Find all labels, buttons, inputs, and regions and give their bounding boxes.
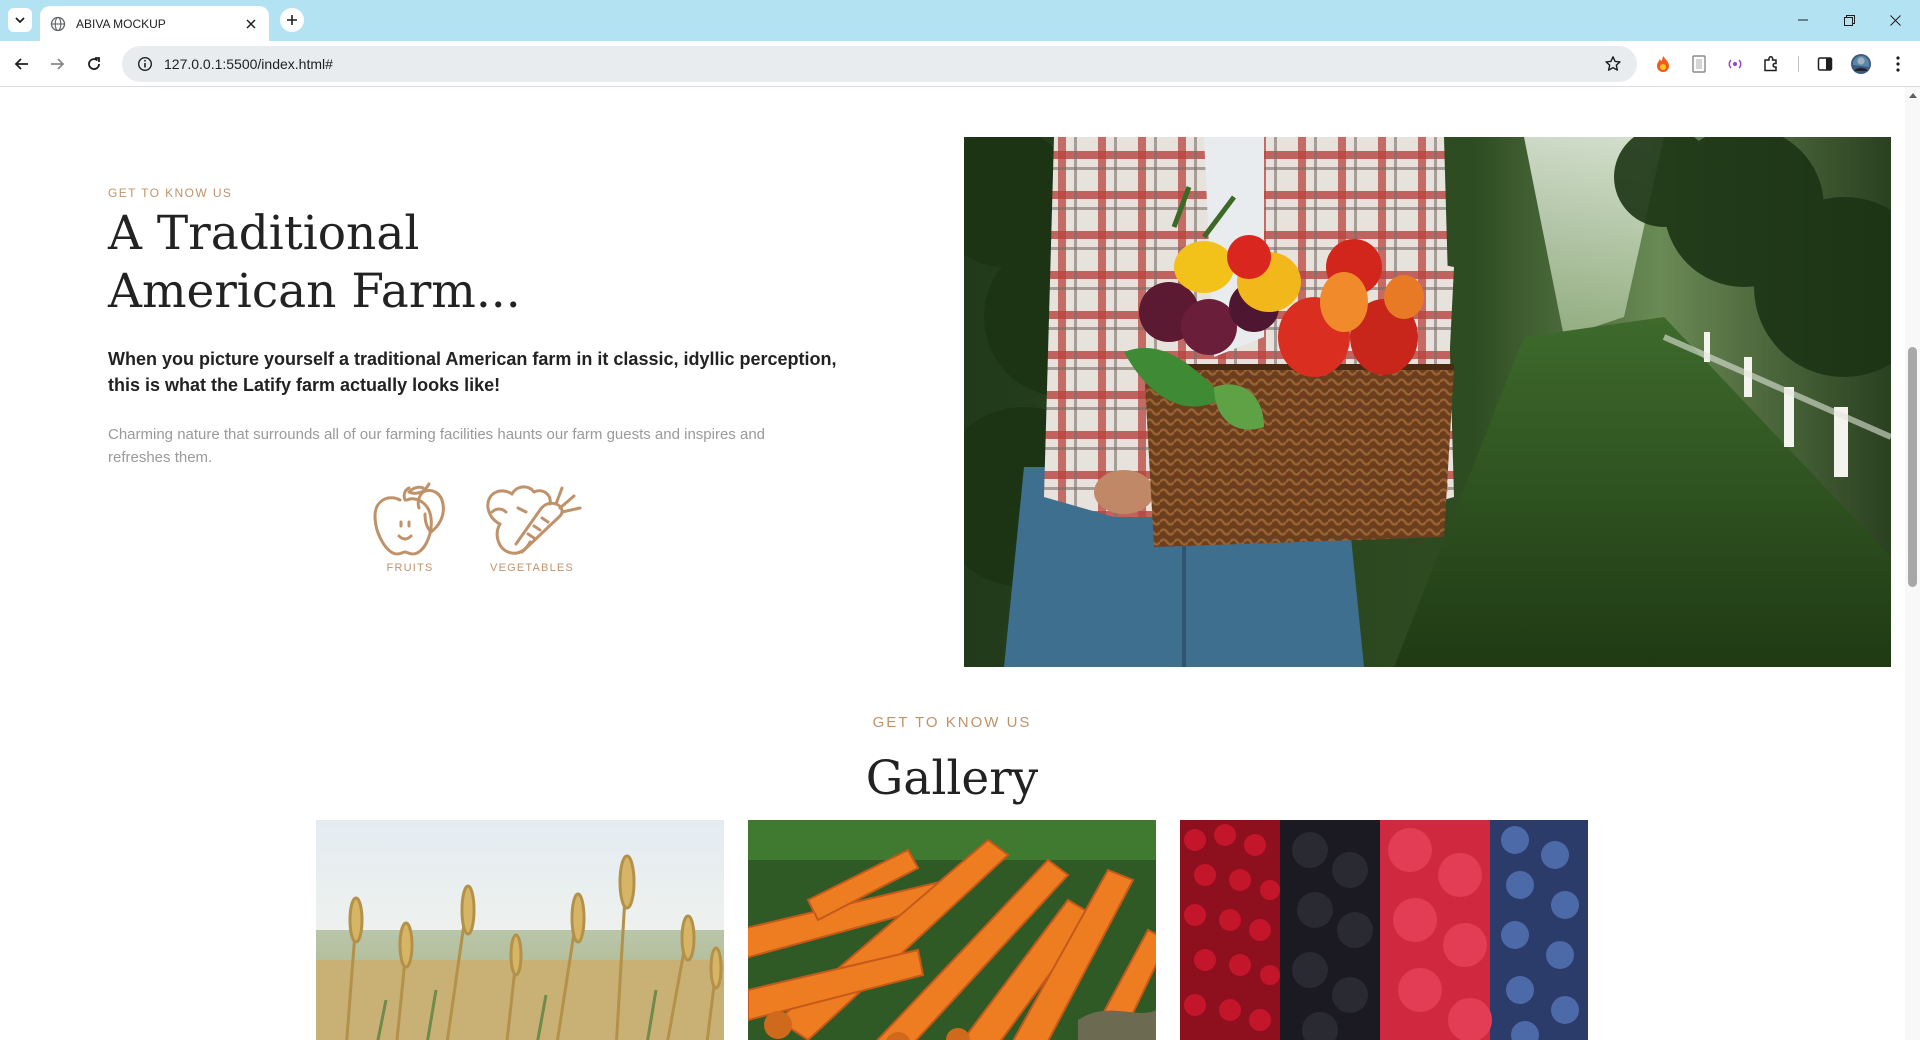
minimize-icon[interactable] — [1780, 6, 1826, 34]
back-icon[interactable] — [6, 48, 38, 80]
berries-photo[interactable] — [1180, 820, 1588, 1040]
wheat-field-photo[interactable] — [316, 820, 724, 1040]
plus-icon[interactable] — [280, 8, 304, 32]
globe-icon — [50, 16, 66, 32]
berries-image — [1180, 820, 1588, 1040]
close-icon[interactable] — [243, 16, 259, 32]
podcast-extension-icon[interactable] — [1722, 51, 1748, 77]
profile-avatar-icon[interactable] — [1848, 51, 1874, 77]
tab-title: ABIVA MOCKUP — [76, 16, 166, 31]
feature-fruits[interactable]: FRUITS — [360, 482, 460, 574]
feature-vegetables[interactable]: VEGETABLES — [482, 482, 582, 574]
tab-search-icon[interactable] — [8, 8, 32, 32]
extensions-puzzle-icon[interactable] — [1758, 51, 1784, 77]
close-window-icon[interactable] — [1872, 6, 1918, 34]
reader-extension-icon[interactable] — [1686, 51, 1712, 77]
side-panel-icon[interactable] — [1812, 51, 1838, 77]
url-text[interactable]: 127.0.0.1:5500/index.html# — [164, 56, 1597, 72]
feature-label-fruits: FRUITS — [386, 562, 434, 574]
gallery-kicker: GET TO KNOW US — [872, 714, 1032, 731]
fire-extension-icon[interactable] — [1650, 51, 1676, 77]
wheat-field-image — [316, 820, 724, 1040]
about-kicker: GET TO KNOW US — [108, 186, 233, 200]
apple-pear-icon — [373, 482, 445, 556]
feature-label-vegetables: VEGETABLES — [490, 562, 574, 574]
active-tab[interactable]: ABIVA MOCKUP — [40, 6, 269, 41]
carrots-photo[interactable] — [748, 820, 1156, 1040]
vegetables-icon — [486, 485, 582, 555]
browser-toolbar: 127.0.0.1:5500/index.html# — [0, 41, 1920, 87]
toolbar-divider — [1798, 56, 1799, 72]
about-body: Charming nature that surrounds all of ou… — [108, 426, 766, 466]
scrollbar-thumb[interactable] — [1908, 347, 1917, 587]
kebab-menu-icon[interactable] — [1885, 51, 1911, 77]
reload-icon[interactable] — [78, 48, 110, 80]
about-title: A Traditional American Farm... — [108, 206, 521, 319]
farmer-basket-image — [964, 137, 1891, 667]
tab-strip: ABIVA MOCKUP — [0, 0, 1920, 41]
bookmark-star-icon[interactable] — [1597, 55, 1629, 73]
farmer-basket-photo — [964, 137, 1891, 667]
address-bar[interactable]: 127.0.0.1:5500/index.html# — [122, 46, 1637, 82]
about-lead: When you picture yourself a traditional … — [108, 349, 837, 395]
forward-icon[interactable] — [41, 48, 73, 80]
gallery-title: Gallery — [865, 751, 1039, 806]
page-scrollbar[interactable] — [1905, 87, 1920, 1040]
scroll-up-icon[interactable] — [1908, 90, 1917, 99]
site-info-icon[interactable] — [130, 56, 160, 72]
page-viewport: GET TO KNOW US A Traditional American Fa… — [0, 87, 1920, 1040]
restore-icon[interactable] — [1826, 6, 1872, 34]
carrots-image — [748, 820, 1156, 1040]
